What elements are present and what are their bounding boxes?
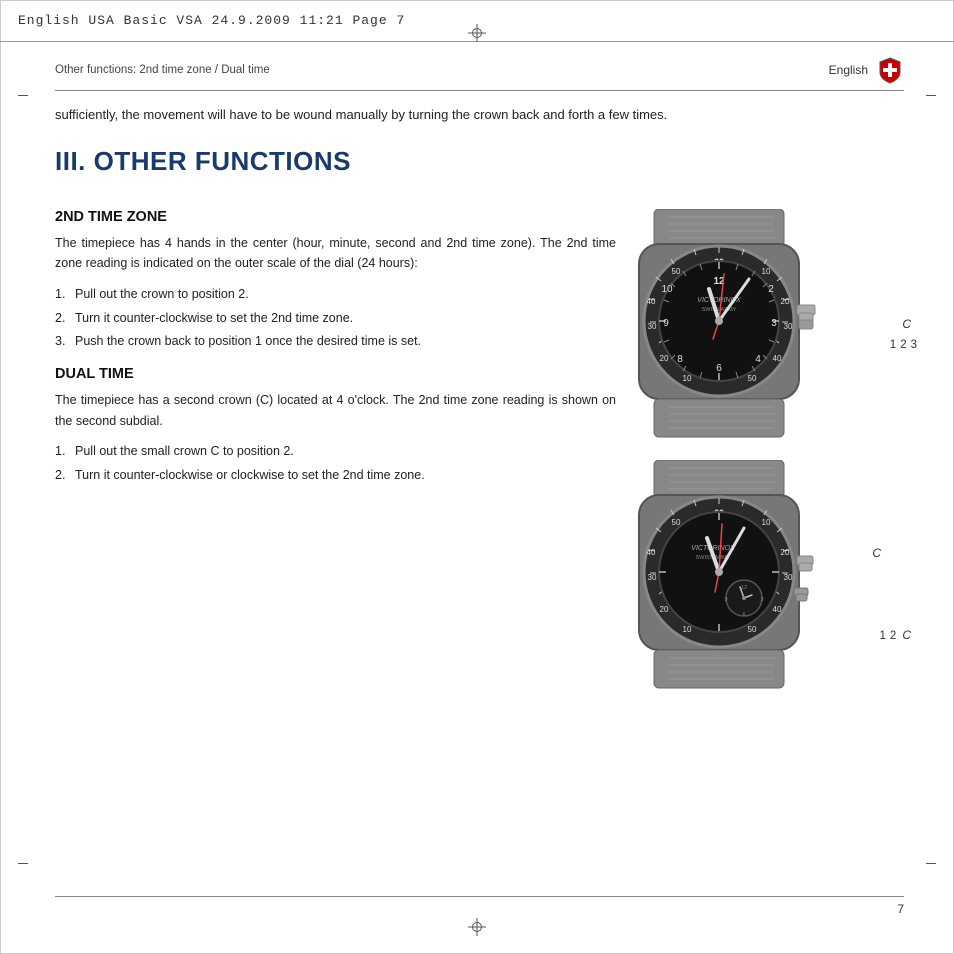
svg-text:3: 3 <box>760 597 763 603</box>
breadcrumb: Other functions: 2nd time zone / Dual ti… <box>55 64 270 76</box>
two-column-layout: 2ND TIME ZONE The timepiece has 4 hands … <box>55 199 904 693</box>
svg-text:20: 20 <box>660 354 669 363</box>
svg-text:30: 30 <box>784 573 793 582</box>
svg-text:30: 30 <box>784 322 793 331</box>
side-mark-right-bottom <box>926 863 936 864</box>
svg-text:40: 40 <box>773 605 782 614</box>
svg-text:4: 4 <box>755 354 761 365</box>
svg-text:10: 10 <box>683 374 692 383</box>
svg-text:SWISS ARMY: SWISS ARMY <box>702 307 737 313</box>
subtitle-2nd-time-zone: 2ND TIME ZONE <box>55 209 616 225</box>
crosshair-bottom <box>468 918 486 936</box>
step-num: 2. <box>55 308 65 329</box>
svg-text:3: 3 <box>771 318 777 329</box>
svg-text:20: 20 <box>781 548 790 557</box>
image-column: 60 50 40 30 20 10 10 20 30 40 50 <box>634 199 904 693</box>
crown-c-top-text: C <box>872 546 881 560</box>
text-column: 2ND TIME ZONE The timepiece has 4 hands … <box>55 199 616 693</box>
watch-2-svg: 60 50 40 30 20 10 10 20 30 40 50 <box>619 460 829 690</box>
crown-c-label-top: C <box>872 545 881 560</box>
step-text: Pull out the small crown C to position 2… <box>75 444 294 458</box>
pos-1-w2: 1 <box>880 630 886 642</box>
body-2nd-time-zone: The timepiece has 4 hands in the center … <box>55 233 616 274</box>
svg-text:6: 6 <box>742 612 745 618</box>
steps-list-2: 1. Pull out the small crown C to positio… <box>55 441 616 485</box>
svg-text:50: 50 <box>748 374 757 383</box>
watch-1-svg: 60 50 40 30 20 10 10 20 30 40 50 <box>619 209 829 439</box>
list-item: 2. Turn it counter-clockwise to set the … <box>55 308 616 329</box>
header-row: Other functions: 2nd time zone / Dual ti… <box>55 56 904 91</box>
svg-text:10: 10 <box>762 518 771 527</box>
steps-list-1: 1. Pull out the crown to position 2. 2. … <box>55 284 616 352</box>
footer: 7 <box>55 896 904 916</box>
list-item: 1. Pull out the crown to position 2. <box>55 284 616 305</box>
svg-text:10: 10 <box>661 284 673 295</box>
svg-text:40: 40 <box>647 297 656 306</box>
step-num: 1. <box>55 441 65 462</box>
step-num: 1. <box>55 284 65 305</box>
watch-2-container: 60 50 40 30 20 10 10 20 30 40 50 <box>619 460 859 693</box>
header-right: English <box>829 56 904 84</box>
svg-text:30: 30 <box>648 322 657 331</box>
svg-text:20: 20 <box>660 605 669 614</box>
intro-paragraph: sufficiently, the movement will have to … <box>55 105 904 126</box>
svg-text:6: 6 <box>716 363 722 374</box>
pos-c-w2: C <box>902 628 911 642</box>
svg-text:9: 9 <box>724 597 727 603</box>
pos-2: 2 <box>900 339 906 351</box>
svg-text:10: 10 <box>683 625 692 634</box>
crown-pos-labels-1: C <box>902 317 911 331</box>
svg-text:30: 30 <box>648 573 657 582</box>
svg-text:9: 9 <box>663 318 669 329</box>
page-number: 7 <box>897 902 904 916</box>
top-bar-text: English USA Basic VSA 24.9.2009 11:21 Pa… <box>18 13 405 28</box>
step-text: Push the crown back to position 1 once t… <box>75 334 421 348</box>
pos-2-w2: 2 <box>890 630 896 642</box>
subtitle-dual-time: DUAL TIME <box>55 366 616 382</box>
svg-text:8: 8 <box>677 354 683 365</box>
position-numbers-1: 1 2 3 <box>890 339 917 351</box>
position-numbers-2: 1 2 C <box>880 628 911 642</box>
step-num: 2. <box>55 465 65 486</box>
swiss-shield-icon <box>876 56 904 84</box>
pos-3: 3 <box>911 339 917 351</box>
list-item: 1. Pull out the small crown C to positio… <box>55 441 616 462</box>
section-title: III. OTHER FUNCTIONS <box>55 146 904 177</box>
step-text: Turn it counter-clockwise to set the 2nd… <box>75 311 353 325</box>
language-label: English <box>829 63 868 77</box>
step-text: Turn it counter-clockwise or clockwise t… <box>75 468 425 482</box>
list-item: 2. Turn it counter-clockwise or clockwis… <box>55 465 616 486</box>
step-text: Pull out the crown to position 2. <box>75 287 249 301</box>
pos-1: 1 <box>890 339 896 351</box>
watch-1-container: 60 50 40 30 20 10 10 20 30 40 50 <box>619 209 859 442</box>
svg-text:40: 40 <box>773 354 782 363</box>
svg-text:20: 20 <box>781 297 790 306</box>
svg-text:2: 2 <box>768 284 774 295</box>
svg-text:40: 40 <box>647 548 656 557</box>
svg-text:50: 50 <box>748 625 757 634</box>
content-area: Other functions: 2nd time zone / Dual ti… <box>55 56 904 899</box>
body-dual-time: The timepiece has a second crown (C) loc… <box>55 390 616 431</box>
side-mark-left-top <box>18 95 28 96</box>
crown-label-c: C <box>902 317 911 331</box>
side-mark-right-top <box>926 95 936 96</box>
side-mark-left-bottom <box>18 863 28 864</box>
crosshair-top <box>468 24 486 42</box>
svg-text:10: 10 <box>762 267 771 276</box>
list-item: 3. Push the crown back to position 1 onc… <box>55 331 616 352</box>
step-num: 3. <box>55 331 65 352</box>
